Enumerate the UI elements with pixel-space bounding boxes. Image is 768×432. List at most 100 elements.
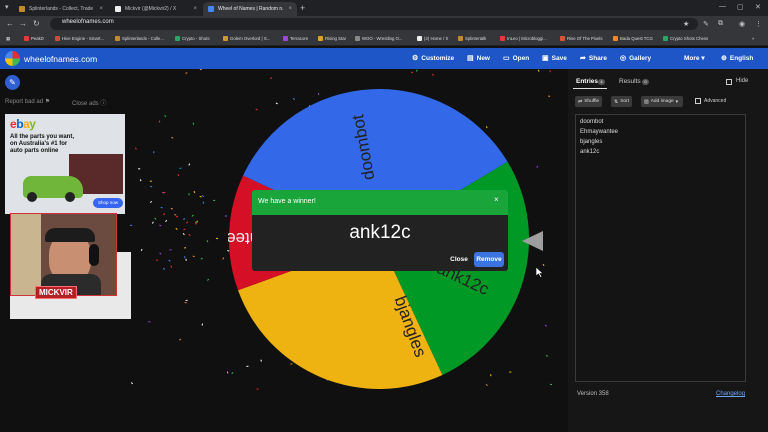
bookmark-item[interactable]: Rising Star — [318, 36, 346, 41]
close-ads-link[interactable]: Close ads ⓘ — [72, 98, 106, 107]
browser-menu-icon[interactable]: ⋮ — [755, 20, 762, 28]
save-button[interactable]: ▣ Save — [542, 54, 567, 63]
apps-icon[interactable]: ▦ — [6, 36, 10, 42]
menu-label: English — [729, 54, 754, 62]
reload-icon[interactable]: ↻ — [33, 19, 40, 28]
ebay-advertisement[interactable]: ebay All the parts you want, on Australi… — [5, 114, 125, 214]
confetti-piece — [199, 69, 202, 71]
language-button[interactable]: ⊕ English — [721, 54, 754, 63]
back-icon[interactable]: ← — [6, 19, 14, 28]
tab-results[interactable]: Results — [619, 78, 641, 85]
confetti-piece — [192, 122, 194, 125]
confetti-piece — [170, 265, 173, 268]
winner-dialog-title: We have a winner! — [258, 198, 316, 205]
remove-button[interactable]: Remove — [474, 252, 504, 267]
wheel-favicon-icon — [208, 6, 214, 12]
browser-tab-wheel-of-names[interactable]: Wheel of Names | Random n... × — [203, 2, 297, 16]
wheel-logo-icon[interactable] — [5, 51, 20, 66]
entry-line: doombot — [580, 119, 604, 125]
confetti-piece — [169, 249, 172, 251]
entries-count-badge: 4 — [598, 79, 605, 85]
share-button[interactable]: ➦ Share — [580, 54, 607, 63]
profile-icon[interactable]: ◉ — [739, 20, 745, 28]
changelog-link[interactable]: Changelog — [716, 391, 745, 397]
confetti-piece — [148, 321, 151, 323]
menu-label: Customize — [421, 54, 455, 62]
forward-icon[interactable]: → — [19, 19, 27, 28]
hide-checkbox[interactable] — [726, 79, 732, 85]
browser-tab-splinterlands[interactable]: Splinterlands - Collect, Trade × — [14, 2, 108, 16]
bookmark-item[interactable]: Hive Engine - Smart... — [55, 36, 104, 41]
site-name[interactable]: wheelofnames.com — [24, 54, 97, 64]
new-file-icon: ▤ — [467, 55, 474, 62]
extension-icon[interactable]: ✎ — [703, 20, 709, 28]
confetti-piece — [130, 382, 134, 385]
more-button[interactable]: More ▾ — [684, 54, 705, 62]
maximize-icon[interactable]: ▢ — [737, 3, 744, 11]
ebay-logo: ebay — [10, 117, 36, 131]
tab-search-icon[interactable]: ▾ — [5, 3, 9, 11]
bookmark-item[interactable]: (3) Home / X — [417, 36, 448, 41]
open-button[interactable]: ▭ Open — [503, 54, 529, 63]
shuffle-button[interactable]: ⇄ Shuffle — [575, 96, 603, 107]
url-text: wheelofnames.com — [62, 19, 114, 25]
confetti-piece — [545, 354, 549, 357]
confetti-piece — [183, 228, 186, 231]
customize-button[interactable]: ⚙ Customize — [412, 54, 455, 63]
bookmark-item[interactable]: Splintertalk — [458, 36, 486, 41]
bookmark-item[interactable]: Crypto Shots Chess — [663, 36, 708, 41]
confetti-piece — [542, 263, 545, 267]
confetti-piece — [160, 206, 163, 209]
bookmark-star-icon[interactable]: ★ — [683, 20, 689, 28]
browser-tab-bar: Splinterlands - Collect, Trade × Mickvir… — [0, 0, 768, 16]
confetti-piece — [165, 219, 168, 222]
edit-pencil-icon[interactable]: ✎ — [5, 75, 20, 90]
bookmark-item[interactable]: Rise Of The Pixels — [560, 36, 603, 41]
add-image-button[interactable]: ▨ Add image ▾ — [641, 96, 684, 107]
browser-tab-x[interactable]: Mickvir (@Mickvir2) / X × — [110, 2, 202, 16]
close-button[interactable]: Close — [448, 253, 470, 266]
gallery-button[interactable]: ◎ Gallery — [620, 54, 651, 63]
bookmark-item[interactable]: Terracore — [283, 36, 308, 41]
bookmark-label: Rise Of The Pixels — [567, 36, 603, 41]
bookmark-item[interactable]: Golem Overlord | S... — [223, 36, 270, 41]
report-ad-label: Report bad ad — [5, 99, 44, 105]
new-button[interactable]: ▤ New — [467, 54, 490, 63]
tab-label: Wheel of Names | Random n... — [218, 6, 285, 12]
confetti-piece — [201, 323, 204, 326]
save-icon: ▣ — [542, 55, 549, 62]
shop-now-button[interactable]: Shop now — [93, 198, 123, 208]
tab-entries[interactable]: Entries — [576, 78, 598, 85]
bookmark-item[interactable]: Splinterlands - Colle... — [115, 36, 164, 41]
sort-button[interactable]: ⇅ Sort — [611, 96, 633, 107]
entries-textarea[interactable] — [575, 114, 746, 382]
advanced-checkbox[interactable] — [695, 98, 701, 104]
minimize-icon[interactable]: — — [719, 3, 726, 10]
dialog-close-icon[interactable]: × — [494, 195, 499, 204]
more-bookmarks-icon[interactable]: » — [752, 36, 754, 41]
bookmark-item[interactable]: InLeo | Microbloggi... — [500, 36, 547, 41]
bookmark-item[interactable]: Crypto - Shots — [175, 36, 209, 41]
gallery-icon: ◎ — [620, 55, 627, 62]
extensions-puzzle-icon[interactable]: ⧉ — [718, 20, 723, 28]
confetti-piece — [150, 186, 153, 188]
report-bad-ad-link[interactable]: Report bad ad ⚑ — [5, 98, 50, 105]
close-tab-icon[interactable]: × — [193, 6, 197, 12]
share-icon: ➦ — [580, 55, 586, 62]
omnibox[interactable] — [50, 18, 698, 30]
confetti-piece — [174, 214, 177, 216]
confetti-piece — [158, 120, 161, 123]
new-tab-button[interactable]: + — [300, 3, 305, 13]
palette-icon: ⚙ — [412, 55, 419, 62]
confetti-piece — [149, 180, 152, 182]
close-tab-icon[interactable]: × — [99, 6, 103, 12]
crypto-shots-icon — [175, 36, 180, 41]
close-tab-icon[interactable]: × — [288, 6, 292, 12]
bookmark-label: Splintertalk — [465, 36, 487, 41]
confetti-piece — [164, 114, 167, 118]
entry-line: ank12c — [580, 149, 600, 155]
bookmark-item[interactable]: Bada Quest TCG — [613, 36, 653, 41]
bookmark-item[interactable]: PeakD — [24, 36, 44, 41]
bookmark-item[interactable]: WOO - Wrestling O... — [355, 36, 403, 41]
close-window-icon[interactable]: ✕ — [755, 3, 761, 11]
